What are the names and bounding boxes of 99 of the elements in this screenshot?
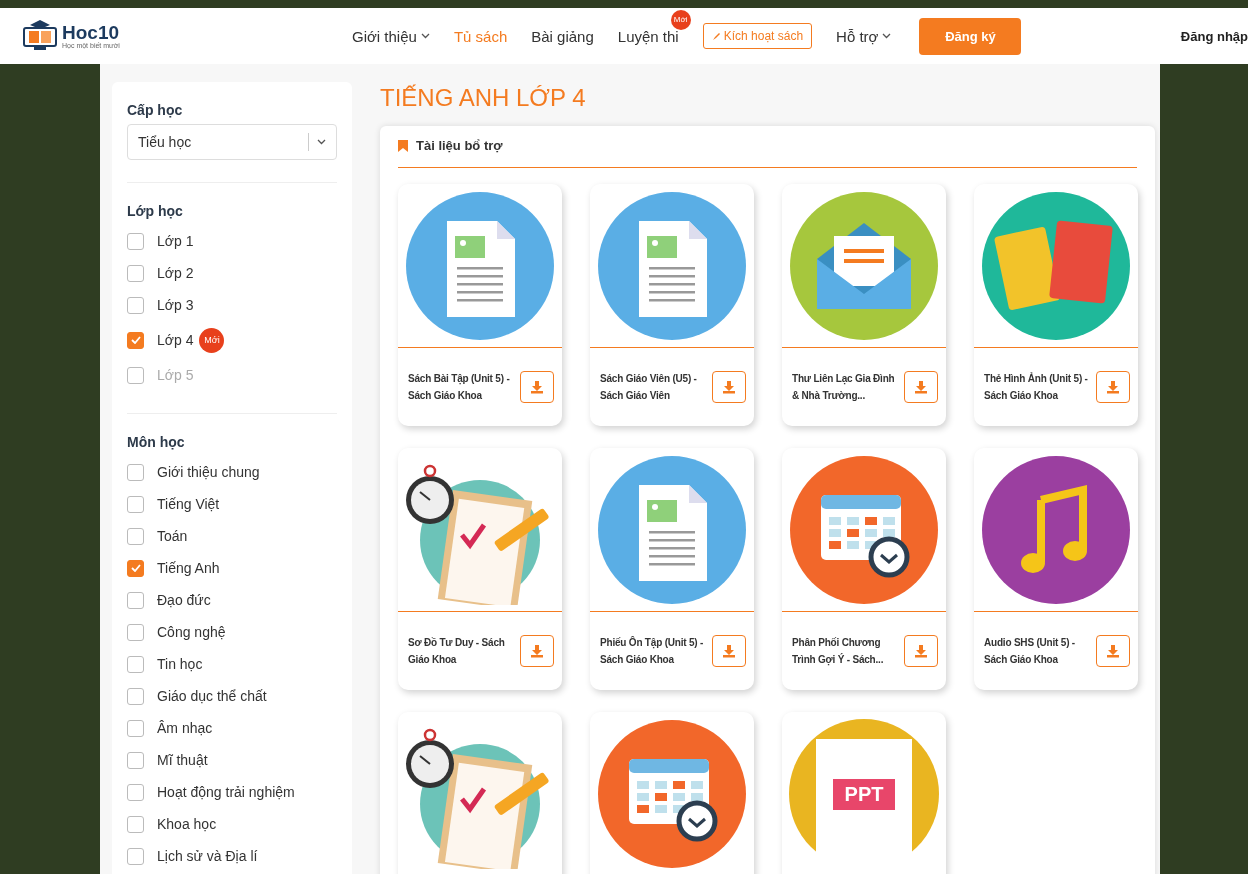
material-title: Sách Giáo Viên (U5) - Sách Giáo Viên [600, 372, 698, 403]
download-icon [1106, 380, 1120, 394]
download-button[interactable] [712, 371, 746, 403]
logo-text: Hoc10 [62, 23, 120, 42]
filter-heading: Môn học [127, 434, 186, 450]
download-icon [722, 644, 736, 658]
material-card[interactable]: Sách Giáo Viên (U5) - Sách Giáo Viên [590, 184, 754, 426]
download-button[interactable] [1096, 635, 1130, 667]
chevron-down-icon [420, 33, 430, 39]
download-icon [530, 644, 544, 658]
checkbox-label: Lớp 4 [157, 332, 194, 348]
checkbox[interactable] [127, 751, 144, 769]
checkbox-label: Âm nhạc [157, 720, 213, 736]
new-badge: Mới [670, 9, 691, 30]
checkbox-label: Hoạt động trải nghiệm [157, 784, 295, 800]
checkbox[interactable] [127, 591, 144, 609]
calendar-icon [597, 718, 747, 869]
bookmark-icon [398, 139, 408, 152]
filter-heading: Lớp học [127, 203, 184, 219]
pen-icon [711, 31, 721, 41]
material-card[interactable]: PPT [782, 712, 946, 874]
checkbox[interactable] [127, 296, 144, 314]
checkbox[interactable] [127, 719, 144, 737]
new-badge: Mới [199, 327, 225, 353]
download-icon [1106, 644, 1120, 658]
checkbox[interactable] [127, 527, 144, 545]
checkbox-label: Tin học [157, 656, 203, 672]
checkbox[interactable] [127, 559, 144, 577]
document-icon [405, 190, 555, 341]
download-button[interactable] [904, 371, 938, 403]
download-button[interactable] [520, 371, 554, 403]
nav-link[interactable]: Bài giảng [531, 27, 594, 45]
checkbox[interactable] [127, 495, 144, 513]
chevron-down-icon [882, 33, 892, 39]
material-card[interactable]: Thư Liên Lạc Gia Đình & Nhà Trường... [782, 184, 946, 426]
material-card[interactable]: Phân Phối Chương Trình Gợi Ý - Sách... [782, 448, 946, 690]
material-card[interactable]: Audio SHS (Unit 5) - Sách Giáo Khoa [974, 448, 1138, 690]
checkbox[interactable] [127, 232, 144, 250]
level-select[interactable]: Tiểu học [127, 124, 337, 160]
checkbox-label: Lớp 1 [157, 233, 194, 249]
material-title: Phiếu Ôn Tập (Unit 5) - Sách Giáo Khoa [600, 635, 705, 667]
checkbox[interactable] [127, 815, 144, 833]
material-title: Audio SHS (Unit 5) - Sách Giáo Khoa [984, 636, 1076, 667]
material-title: Sách Bài Tập (Unit 5) - Sách Giáo Khoa [408, 372, 511, 403]
checkbox-label: Giáo dục thể chất [157, 688, 267, 704]
cards-icon [981, 190, 1131, 341]
checkbox[interactable] [127, 264, 144, 282]
checkbox-label: Lớp 3 [157, 297, 194, 313]
material-title: Thư Liên Lạc Gia Đình & Nhà Trường... [792, 372, 896, 403]
checkbox-label: Lịch sử và Địa lí [157, 848, 258, 864]
checkbox-label: Tiếng Việt [157, 496, 220, 512]
checkbox[interactable] [127, 463, 144, 481]
ppt-label: PPT [832, 778, 896, 810]
checkbox-label: Khoa học [157, 816, 217, 832]
nav-link[interactable]: Giới thiệu [352, 27, 430, 45]
material-title: Thẻ Hình Ảnh (Unit 5) - Sách Giáo Khoa [984, 371, 1089, 403]
checkbox-label: Công nghệ [157, 624, 226, 640]
checkbox[interactable] [127, 655, 144, 673]
checkbox[interactable] [127, 687, 144, 705]
page-title: TIẾNG ANH LỚP 4 [380, 84, 587, 112]
envelope-icon [789, 190, 939, 341]
calendar-icon [789, 454, 939, 605]
download-button[interactable] [904, 635, 938, 667]
checkbox-label: Mĩ thuật [157, 752, 208, 768]
checkbox-label: Lớp 2 [157, 265, 194, 281]
document-icon [597, 454, 747, 605]
material-card[interactable]: Thẻ Hình Ảnh (Unit 5) - Sách Giáo Khoa [974, 184, 1138, 426]
checkbox[interactable] [127, 331, 144, 349]
download-icon [722, 380, 736, 394]
material-card[interactable]: Sơ Đồ Tư Duy - Sách Giáo Khoa [398, 448, 562, 690]
checkmark-icon [130, 564, 141, 572]
checkbox[interactable] [127, 783, 144, 801]
download-button[interactable] [712, 635, 746, 667]
filter-heading: Cấp học [127, 102, 184, 118]
download-icon [530, 380, 544, 394]
material-title: Phân Phối Chương Trình Gợi Ý - Sách... [792, 636, 885, 668]
material-card[interactable]: Phiếu Ôn Tập (Unit 5) - Sách Giáo Khoa [590, 448, 754, 690]
checkbox[interactable] [127, 847, 144, 865]
book-monitor-logo-icon [22, 19, 58, 53]
download-button[interactable] [1096, 371, 1130, 403]
material-title: Sơ Đồ Tư Duy - Sách Giáo Khoa [408, 636, 506, 667]
checkbox-label: Đạo đức [157, 592, 211, 608]
music-note-icon [981, 454, 1131, 605]
checkbox-label: Lớp 5 [157, 367, 194, 383]
download-icon [914, 380, 928, 394]
nav-link[interactable]: Hỗ trợ [836, 27, 892, 45]
checkmark-icon [130, 336, 141, 344]
nav-link[interactable]: Luyện thi [617, 27, 679, 45]
login-link[interactable]: Đăng nhập [1180, 28, 1248, 44]
material-card[interactable]: Sách Bài Tập (Unit 5) - Sách Giáo Khoa [398, 184, 562, 426]
download-icon [914, 644, 928, 658]
checkbox-label: Toán [157, 528, 188, 544]
checkbox-label: Giới thiệu chung [157, 464, 260, 480]
chevron-down-icon [317, 139, 326, 145]
checkbox-label: Tiếng Anh [157, 560, 220, 576]
section-title: Tài liệu bổ trợ [416, 138, 503, 153]
download-button[interactable] [520, 635, 554, 667]
document-icon [597, 190, 747, 341]
checkbox[interactable] [127, 623, 144, 641]
